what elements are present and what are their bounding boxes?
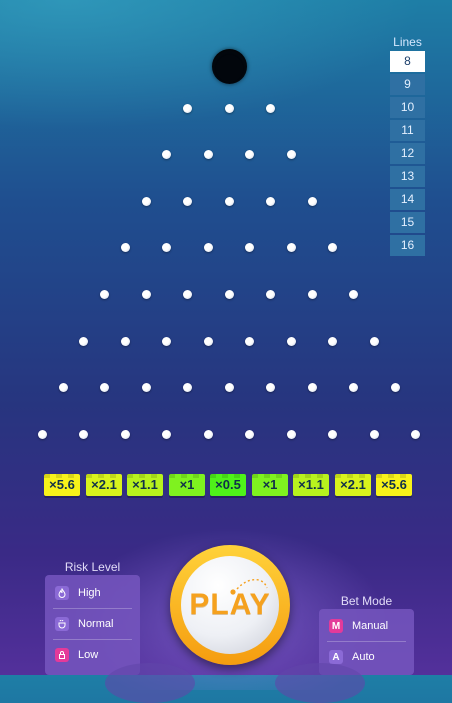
lines-title: Lines [393,35,422,49]
lines-option-15[interactable]: 15 [390,212,425,233]
peg [286,243,296,253]
risk-option-low[interactable]: Low [53,640,132,670]
peg [245,150,255,160]
peg [162,243,172,253]
peg [328,243,338,253]
peg [369,336,379,346]
peg [141,383,151,393]
peg [162,429,172,439]
manual-badge: M [329,619,343,633]
peg [286,336,296,346]
peg [37,429,47,439]
bet-mode-label: Auto [352,651,375,663]
lines-panel: Lines 8 9 10 11 12 13 14 15 16 [390,35,425,258]
peg [224,196,234,206]
peg [183,289,192,299]
lock-icon [55,648,69,662]
peg [141,289,151,299]
peg [141,196,151,206]
peg [183,383,192,393]
flame-icon [55,586,69,600]
multiplier-slot-5: ×0.5 [210,474,246,496]
peg [203,336,213,346]
peg [183,196,192,206]
peg [120,336,130,346]
multiplier-slot-6: ×1 [252,474,288,496]
peg [286,150,296,160]
multiplier-slot-8: ×2.1 [335,474,371,496]
risk-level-title: Risk Level [64,560,121,574]
peg [307,383,317,393]
multiplier-slot-7: ×1.1 [293,474,329,496]
ball-drop-hole [212,49,247,84]
peg [369,429,379,439]
multiplier-slot-3: ×1.1 [127,474,163,496]
peg [349,383,358,393]
peg [120,429,130,439]
lines-option-11[interactable]: 11 [390,120,425,141]
risk-option-label: Low [78,649,99,661]
peg [224,289,234,299]
lines-option-10[interactable]: 10 [390,97,425,118]
bottom-arc-left [105,663,195,703]
peg [162,150,172,160]
bet-mode-label: Manual [352,620,389,632]
play-button[interactable]: PLAY [170,545,290,665]
auto-badge: A [329,650,343,664]
lines-option-14[interactable]: 14 [390,189,425,210]
peg [162,336,172,346]
peg [224,103,234,113]
peg [245,243,255,253]
cup-icon [55,617,69,631]
peg [307,289,317,299]
lines-option-8[interactable]: 8 [390,51,425,72]
lines-option-16[interactable]: 16 [390,235,425,256]
peg [100,289,109,299]
peg [328,336,338,346]
multiplier-slot-2: ×2.1 [86,474,122,496]
ball-trajectory-icon [230,579,268,595]
peg [203,243,213,253]
peg [411,429,421,439]
peg [79,429,89,439]
peg [349,289,358,299]
peg [307,196,317,206]
peg [245,429,255,439]
multiplier-slot-9: ×5.6 [376,474,412,496]
peg [390,383,400,393]
peg [224,383,234,393]
peg [286,429,296,439]
risk-level-panel: High Normal Low [45,575,140,675]
bottom-arc-right [275,663,365,703]
multiplier-slot-1: ×5.6 [44,474,80,496]
peg [266,103,275,113]
risk-option-label: Normal [78,618,114,630]
peg [245,336,255,346]
peg [58,383,68,393]
peg [266,196,275,206]
risk-option-label: High [78,587,101,599]
lines-option-13[interactable]: 13 [390,166,425,187]
lines-option-9[interactable]: 9 [390,74,425,95]
risk-option-high[interactable]: High [53,578,132,609]
peg [120,243,130,253]
peg [328,429,338,439]
bet-mode-manual[interactable]: M Manual [327,611,406,642]
peg [203,150,213,160]
risk-option-normal[interactable]: Normal [53,609,132,640]
peg [266,383,275,393]
multiplier-slot-4: ×1 [169,474,205,496]
peg [183,103,192,113]
peg [100,383,109,393]
peg [203,429,213,439]
lines-option-12[interactable]: 12 [390,143,425,164]
peg [266,289,275,299]
bet-mode-title: Bet Mode [340,594,393,608]
peg [79,336,89,346]
play-button-face: PLAY [181,556,279,654]
